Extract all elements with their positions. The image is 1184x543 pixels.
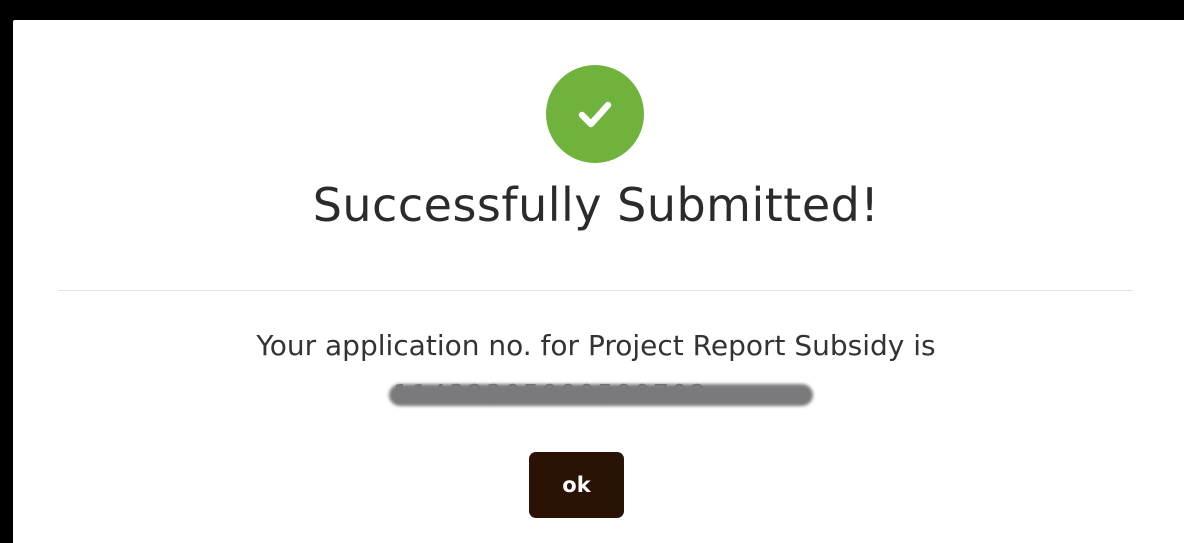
- check-circle-icon: [546, 65, 644, 163]
- success-dialog: Successfully Submitted! Your application…: [13, 20, 1184, 543]
- application-number: 11432305000500702: [389, 380, 813, 410]
- dialog-message: Your application no. for Project Report …: [256, 329, 936, 362]
- dialog-title: Successfully Submitted!: [312, 178, 880, 232]
- checkmark-icon: [578, 101, 612, 128]
- divider: [58, 290, 1133, 291]
- ok-button[interactable]: ok: [529, 452, 624, 518]
- redaction-mark: [389, 384, 813, 406]
